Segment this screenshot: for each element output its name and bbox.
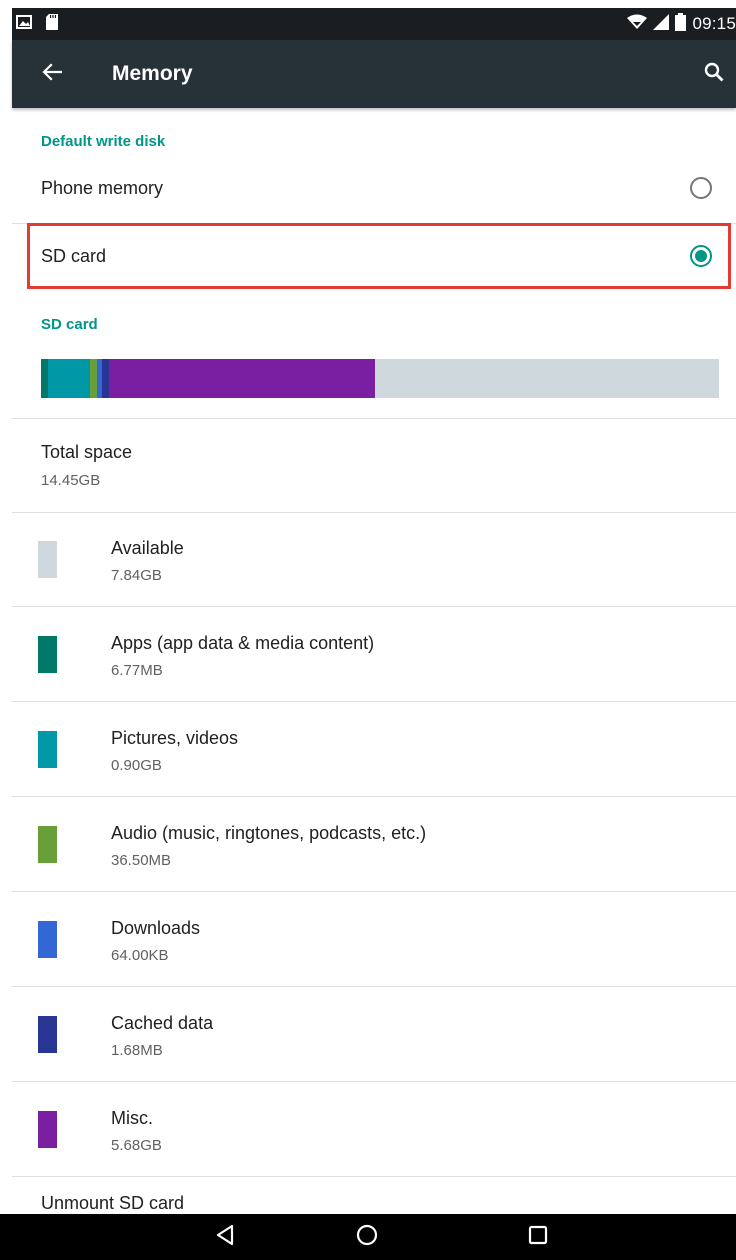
status-time: 09:15 <box>692 14 736 33</box>
category-value: 1.68MB <box>111 1042 163 1059</box>
storage-category-row[interactable]: Audio (music, ringtones, podcasts, etc.)… <box>12 797 736 892</box>
storage-category-row[interactable]: Downloads 64.00KB <box>12 892 736 987</box>
nav-back-button[interactable] <box>205 1217 245 1257</box>
memory-settings-list: Default write disk Phone memory SD card … <box>12 108 736 1214</box>
category-color-swatch <box>38 826 57 863</box>
nav-home-button[interactable] <box>347 1217 387 1257</box>
navigation-bar <box>0 1214 736 1260</box>
category-title: Cached data <box>111 1013 214 1033</box>
category-value: 64.00KB <box>111 947 169 964</box>
status-bar-left <box>12 8 58 40</box>
storage-category-row[interactable]: Cached data 1.68MB <box>12 987 736 1082</box>
category-title: Pictures, videos <box>111 728 239 748</box>
category-value: 7.84GB <box>111 567 162 584</box>
section-header-sd-card: SD card <box>41 316 98 333</box>
category-value: 0.90GB <box>111 757 162 774</box>
category-title: Available <box>111 538 184 558</box>
usage-bar-segment <box>108 359 376 398</box>
page-title: Memory <box>112 62 193 85</box>
storage-category-row[interactable]: Misc. 5.68GB <box>12 1082 736 1177</box>
nav-recents-button[interactable] <box>518 1217 558 1257</box>
category-color-swatch <box>38 1016 57 1053</box>
signal-icon <box>653 13 670 35</box>
storage-category-row[interactable]: Available 7.84GB <box>12 512 736 607</box>
usage-bar-segment <box>102 359 109 398</box>
category-title: Misc. <box>111 1108 153 1128</box>
search-button[interactable] <box>696 56 732 92</box>
category-color-swatch <box>38 1111 57 1148</box>
gallery-icon <box>16 14 32 34</box>
unmount-sd-card-item[interactable]: Unmount SD card <box>41 1193 184 1214</box>
wifi-icon <box>627 14 648 35</box>
recents-square-icon <box>528 1225 548 1250</box>
category-value: 36.50MB <box>111 852 172 869</box>
radio-option-phone-memory[interactable]: Phone memory <box>12 155 736 221</box>
back-button[interactable] <box>34 56 70 92</box>
back-triangle-icon <box>215 1224 235 1251</box>
section-header-default-write-disk: Default write disk <box>41 133 166 150</box>
storage-category-row[interactable]: Pictures, videos 0.90GB <box>12 702 736 797</box>
battery-icon <box>675 12 687 36</box>
app-bar: Memory <box>12 40 736 108</box>
total-space-value: 14.45GB <box>41 472 101 489</box>
status-bar: 09:15 <box>12 8 736 40</box>
storage-usage-bar <box>41 359 719 398</box>
home-circle-icon <box>356 1224 378 1251</box>
category-title: Audio (music, ringtones, podcasts, etc.) <box>111 823 427 843</box>
total-space-label: Total space <box>41 442 133 462</box>
category-value: 6.77MB <box>111 662 163 679</box>
category-value: 5.68GB <box>111 1137 162 1154</box>
divider <box>12 418 736 419</box>
usage-bar-segment <box>48 359 91 398</box>
category-color-swatch <box>38 636 57 673</box>
radio-label: Phone memory <box>41 178 164 198</box>
sd-card-icon <box>46 13 58 35</box>
radio-unchecked-icon[interactable] <box>690 177 712 199</box>
divider <box>12 1176 736 1177</box>
highlight-box <box>27 223 731 289</box>
category-color-swatch <box>38 541 57 578</box>
usage-bar-segment <box>41 359 49 398</box>
storage-category-row[interactable]: Apps (app data & media content) 6.77MB <box>12 607 736 702</box>
category-title: Apps (app data & media content) <box>111 633 375 653</box>
category-title: Downloads <box>111 918 201 938</box>
arrow-left-icon <box>42 62 63 86</box>
category-color-swatch <box>38 731 57 768</box>
search-icon <box>704 62 724 87</box>
status-bar-right: 09:15 <box>627 8 736 40</box>
category-color-swatch <box>38 921 57 958</box>
